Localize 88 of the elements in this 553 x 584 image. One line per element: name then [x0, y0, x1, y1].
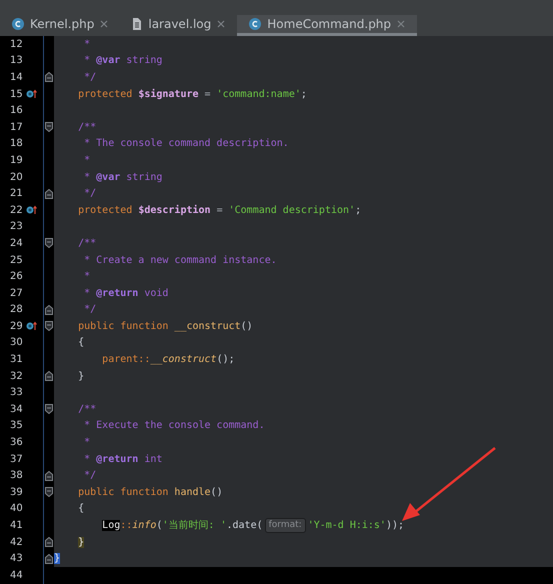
line-number: 23 [10, 220, 24, 234]
line-number: 18 [10, 137, 24, 152]
tab-label: laravel.log [148, 16, 212, 33]
parameter-hint: format: [264, 518, 306, 534]
line-number: 36 [10, 436, 24, 450]
line-number: 27 [10, 286, 24, 301]
line-number: 40 [10, 502, 24, 516]
code-text: } [54, 552, 60, 566]
line-number: 16 [10, 104, 24, 118]
code-text: { [78, 502, 84, 516]
code-text: * @var string [84, 54, 162, 68]
line-number: 25 [10, 254, 24, 268]
line-number: 24 [10, 236, 24, 251]
code-text: } [78, 370, 84, 384]
line-number: 30 [10, 336, 24, 350]
fold-icon[interactable] [45, 238, 53, 248]
line-number: 26 [10, 270, 24, 284]
line-number: 33 [10, 386, 24, 400]
close-icon[interactable] [217, 20, 226, 28]
line-number: 34 [10, 402, 24, 417]
line-number: 14 [10, 70, 24, 85]
fold-icon[interactable] [45, 188, 53, 199]
close-icon[interactable] [100, 20, 108, 28]
code-text: * [84, 154, 90, 168]
line-number: 43 [10, 552, 24, 566]
line-number: 39 [10, 486, 24, 500]
code-text: Log::info('当前时间: '.date( [102, 518, 263, 534]
line-number: 32 [10, 370, 24, 384]
fold-icon[interactable] [45, 487, 53, 498]
line-number: 12 [10, 38, 24, 52]
code-text: * @return void [84, 286, 168, 301]
fold-icon[interactable] [45, 122, 53, 132]
line-number: 15 [10, 88, 24, 102]
code-text: parent::__construct(); [102, 353, 235, 368]
code-text: /** [78, 236, 96, 251]
line-number: 42 [10, 536, 24, 550]
tab-label: Kernel.php [30, 16, 94, 33]
code-text: * @return int [84, 452, 162, 467]
code-text: } [78, 536, 84, 550]
fold-icon[interactable] [45, 321, 53, 332]
line-number: 44 [10, 568, 24, 583]
circle-arrow-icon[interactable] [26, 321, 37, 332]
line-number: 35 [10, 419, 24, 434]
file-icon [132, 18, 142, 30]
code-text: public function __construct() [78, 320, 253, 334]
code-text: */ [84, 70, 96, 85]
line-number: 13 [10, 54, 24, 68]
code-text: * The console command description. [84, 137, 289, 152]
code-text: protected $description = 'Command description'; [78, 204, 362, 218]
line-number: 20 [10, 170, 24, 185]
line-number: 31 [10, 353, 24, 368]
circle-arrow-icon[interactable] [26, 89, 37, 100]
line-number: 19 [10, 154, 24, 168]
code-text: /** [78, 120, 96, 135]
line-number: 37 [10, 452, 24, 467]
fold-icon[interactable] [45, 72, 53, 82]
circle-arrow-icon[interactable] [26, 205, 37, 216]
tab-label: HomeCommand.php [267, 16, 392, 33]
code-text: * [84, 270, 90, 284]
code-text: * @var string [84, 170, 162, 185]
line-number: 21 [10, 187, 24, 202]
line-number: 38 [10, 469, 24, 484]
line-number: 28 [10, 303, 24, 318]
class-icon [249, 18, 262, 30]
code-text: */ [84, 469, 96, 484]
code-text: protected $signature = 'command:name'; [78, 88, 307, 102]
fold-icon[interactable] [45, 470, 53, 481]
code-text: * [84, 436, 90, 450]
code-text: * Execute the console command. [84, 419, 265, 434]
code-text: */ [84, 187, 96, 202]
code-text: { [78, 336, 84, 350]
fold-icon[interactable] [45, 304, 53, 315]
fold-icon[interactable] [45, 537, 53, 548]
code-text: public function handle() [78, 486, 223, 500]
fold-icon[interactable] [45, 554, 53, 564]
line-number: 22 [10, 204, 24, 218]
fold-icon[interactable] [45, 371, 53, 382]
code-text: 'Y-m-d H:i:s')); [308, 519, 404, 534]
line-number: 41 [10, 519, 24, 534]
editor-tab[interactable]: HomeCommand.php [237, 15, 418, 36]
class-icon [12, 18, 24, 30]
code-text: * Create a new command instance. [84, 254, 277, 268]
code-text: /** [78, 402, 96, 417]
line-number: 17 [10, 120, 24, 135]
code-text: */ [84, 303, 96, 318]
code-text: * [84, 38, 90, 52]
fold-icon[interactable] [45, 404, 53, 414]
line-number: 29 [10, 320, 24, 334]
